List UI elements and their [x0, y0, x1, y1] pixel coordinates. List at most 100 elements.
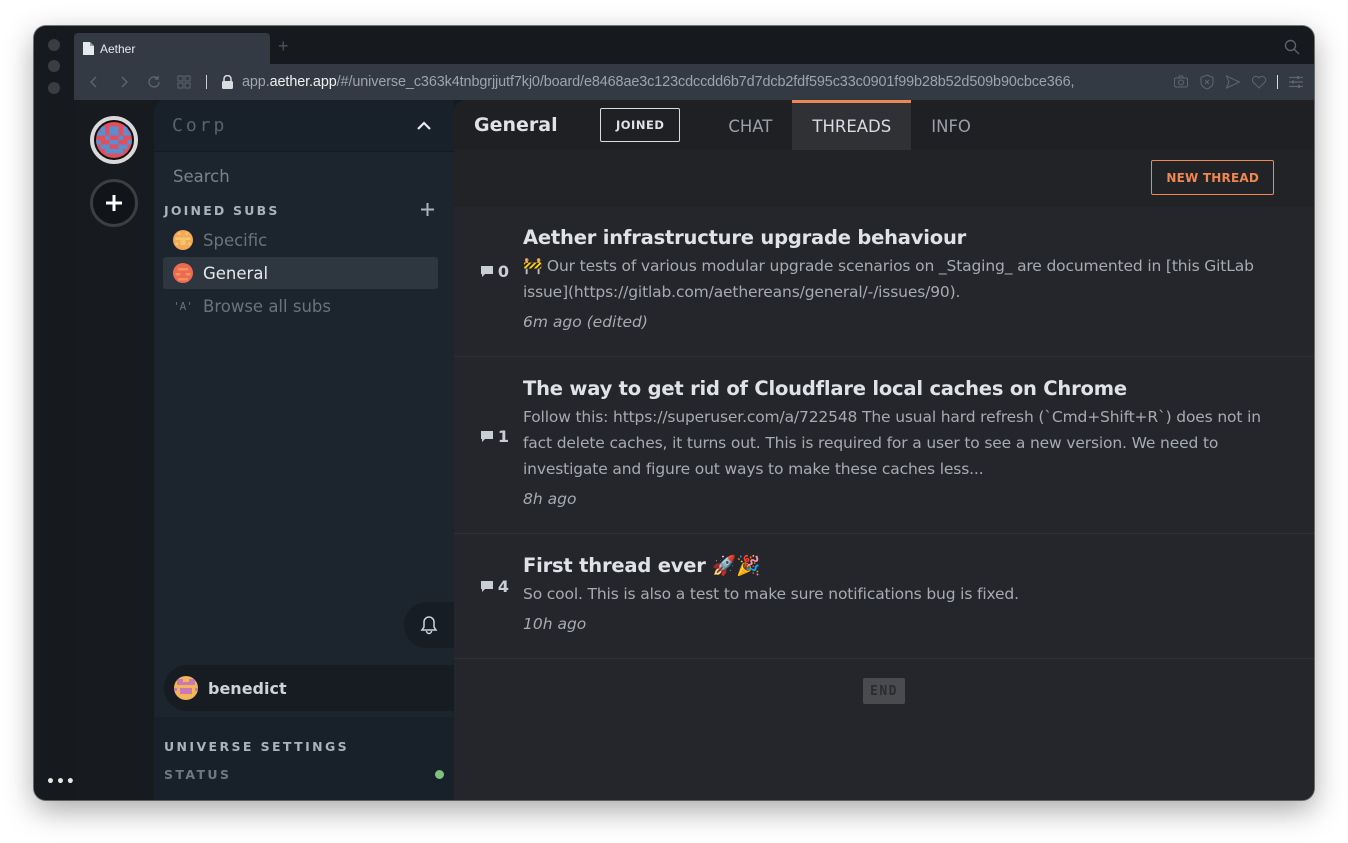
sidebar-item-label: Specific	[203, 230, 268, 250]
comment-count-value: 1	[497, 426, 509, 446]
separator	[1277, 75, 1278, 89]
window-minimize-button[interactable]	[48, 60, 60, 72]
add-universe-button[interactable]	[90, 179, 138, 227]
forward-icon	[121, 76, 128, 88]
user-profile-button[interactable]: benedict	[164, 665, 454, 711]
status-label: STATUS	[164, 766, 232, 782]
general-identicon	[173, 263, 193, 283]
bell-icon	[420, 616, 438, 635]
separator	[206, 75, 207, 89]
board-tabs: CHAT THREADS INFO	[708, 100, 991, 150]
threads-toolbar: NEW THREAD	[454, 150, 1314, 206]
add-sub-button[interactable]	[421, 201, 434, 220]
window-close-button[interactable]	[48, 39, 60, 51]
thread-title[interactable]: Aether infrastructure upgrade behaviour	[523, 226, 1274, 249]
universe-title: Corp	[172, 115, 228, 136]
joined-subs-section: JOINED SUBS	[154, 200, 454, 220]
heart-icon[interactable]	[1251, 74, 1267, 90]
tab-grid-icon	[177, 75, 191, 89]
notifications-button[interactable]	[404, 602, 454, 648]
plus-icon	[421, 202, 434, 216]
thread-title[interactable]: The way to get rid of Cloudflare local c…	[523, 377, 1274, 400]
forward-button[interactable]	[112, 70, 136, 94]
board-main: General JOINED CHAT THREADS INFO NEW THR…	[454, 100, 1314, 800]
tab-threads[interactable]: THREADS	[792, 100, 912, 150]
sidebar-footer: UNIVERSE SETTINGS STATUS	[154, 717, 454, 800]
search-icon[interactable]	[1284, 39, 1300, 55]
window-maximize-button[interactable]	[48, 82, 60, 94]
thread-timestamp: 10h ago	[523, 615, 587, 633]
universe-rail	[74, 100, 154, 800]
tab-grid-button[interactable]	[172, 70, 196, 94]
sub-avatar	[173, 263, 193, 283]
send-icon[interactable]	[1225, 74, 1241, 90]
more-icon[interactable]: •••	[46, 774, 76, 790]
comment-icon	[480, 580, 493, 592]
comment-count: 0	[454, 226, 523, 356]
url-domain: aether.app	[269, 74, 337, 90]
sidebar-item-label: General	[203, 263, 269, 283]
thread-item[interactable]: 0 Aether infrastructure upgrade behaviou…	[454, 206, 1314, 357]
status-indicator	[435, 769, 444, 779]
thread-body: Aether infrastructure upgrade behaviour …	[523, 226, 1314, 356]
address-bar: app.aether.app/#/universe_c363k4tnbgrjju…	[74, 64, 1314, 100]
universe-avatar[interactable]	[90, 116, 138, 164]
menu-icon[interactable]	[1288, 74, 1304, 90]
avatar	[174, 676, 198, 700]
board-title: General	[474, 114, 558, 136]
sub-list: Specific General 'A' Browse all subs	[154, 224, 454, 322]
board-header: General JOINED CHAT THREADS INFO	[454, 100, 1314, 150]
sidebar: Corp Search JOINED SUBS Specific General…	[154, 100, 454, 800]
camera-icon[interactable]	[1173, 74, 1189, 90]
sidebar-header: Corp	[154, 100, 454, 152]
chevron-up-icon	[417, 121, 431, 130]
address-bar-actions	[1173, 64, 1304, 100]
collapse-button[interactable]	[416, 116, 432, 135]
thread-item[interactable]: 4 First thread ever 🚀🎉 So cool. This is …	[454, 534, 1314, 659]
universe-identicon	[96, 122, 132, 158]
comment-count-value: 4	[497, 576, 509, 596]
comment-icon	[480, 265, 493, 277]
reload-button[interactable]	[142, 70, 166, 94]
sidebar-item-general[interactable]: General	[163, 257, 438, 289]
browser-tab[interactable]: Aether	[74, 33, 270, 64]
universe-settings-link[interactable]: UNIVERSE SETTINGS	[164, 732, 444, 760]
specific-identicon	[173, 230, 193, 250]
tab-info[interactable]: INFO	[911, 100, 991, 150]
thread-item[interactable]: 1 The way to get rid of Cloudflare local…	[454, 357, 1314, 534]
back-button[interactable]	[82, 70, 106, 94]
joined-subs-label: JOINED SUBS	[164, 202, 280, 218]
back-icon	[90, 76, 97, 88]
username: benedict	[208, 678, 287, 698]
url-path: /#/universe_c363k4tnbgrjjutf7kj0/board/e…	[336, 74, 1075, 90]
thread-title[interactable]: First thread ever 🚀🎉	[523, 554, 1274, 577]
comment-count-value: 0	[497, 261, 509, 281]
thread-body: The way to get rid of Cloudflare local c…	[523, 377, 1314, 533]
window-rail: •••	[34, 26, 76, 800]
url-field[interactable]: app.aether.app/#/universe_c363k4tnbgrjju…	[242, 74, 1142, 90]
lock-icon[interactable]	[221, 75, 234, 89]
sidebar-item-specific[interactable]: Specific	[163, 224, 438, 256]
browser-window: ••• Aether + app.aether.app/#/universe_c…	[34, 26, 1314, 800]
sidebar-item-browse-all-subs[interactable]: 'A' Browse all subs	[163, 290, 438, 322]
sidebar-search-input[interactable]: Search	[154, 166, 454, 188]
new-tab-button[interactable]: +	[278, 36, 289, 57]
sub-avatar	[173, 230, 193, 250]
end-marker: END	[863, 678, 905, 704]
joined-button[interactable]: JOINED	[600, 108, 681, 142]
tab-chat[interactable]: CHAT	[708, 100, 792, 150]
url-prefix: app.	[242, 74, 270, 90]
thread-timestamp: 8h ago	[523, 490, 577, 508]
tab-title: Aether	[100, 41, 136, 56]
thread-timestamp: 6m ago (edited)	[523, 313, 648, 331]
status-row[interactable]: STATUS	[164, 760, 444, 788]
sidebar-item-label: Browse all subs	[203, 296, 331, 316]
plus-icon	[106, 195, 122, 211]
thread-preview: Follow this: https://superuser.com/a/722…	[523, 408, 1261, 478]
comment-count: 1	[454, 377, 523, 533]
document-icon	[83, 42, 94, 55]
broadcast-icon: 'A'	[173, 299, 193, 313]
thread-body: First thread ever 🚀🎉 So cool. This is al…	[523, 554, 1314, 658]
new-thread-button[interactable]: NEW THREAD	[1151, 160, 1274, 195]
shield-icon[interactable]	[1199, 74, 1215, 90]
